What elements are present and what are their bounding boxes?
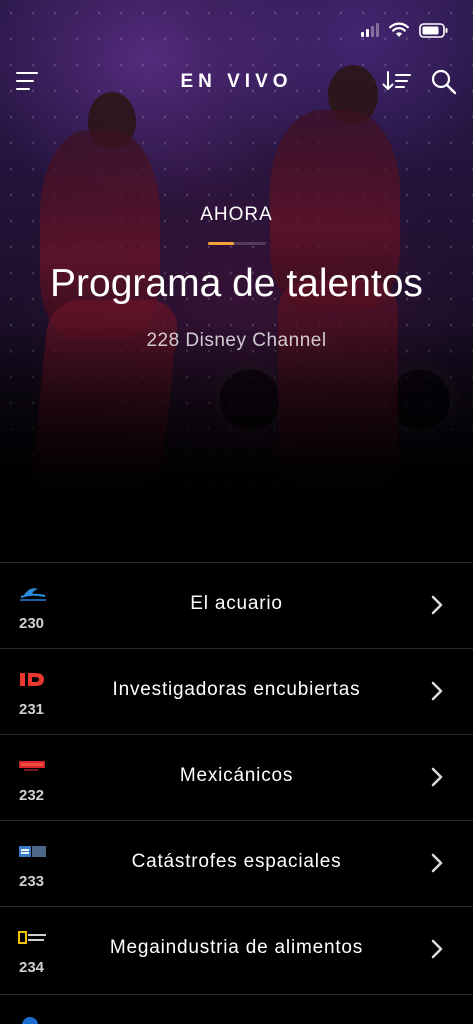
cellular-signal-icon [361,23,379,37]
channel-row-233[interactable]: 233 Catástrofes espaciales [0,820,473,906]
channel-row-232[interactable]: 232 Mexicánicos [0,734,473,820]
program-progress-bar [208,242,266,245]
battery-icon [419,22,449,38]
program-title: Catástrofes espaciales [131,851,342,872]
channel-row-234[interactable]: 234 Megaindustria de alimentos [0,906,473,992]
top-navigation-bar: EN VIVO [0,62,473,102]
search-icon[interactable] [430,68,458,96]
channel-number: 233 [19,873,45,890]
channel-logo-icon [22,1017,38,1024]
program-title: Investigadoras encubiertas [112,679,361,700]
channel-row-230[interactable]: 230 El acuario [0,562,473,648]
natgeo-channel-logo-icon [18,929,48,947]
channel-list: 230 El acuario 231 Investigadoras encubi… [0,562,473,992]
current-show-title: Programa de talentos [50,262,423,305]
wave-channel-logo-icon [18,585,48,603]
chevron-right-icon [431,767,443,787]
channel-number: 232 [19,787,45,804]
turbo-channel-logo-icon [18,757,48,775]
3d-channel-logo-icon [18,843,48,861]
chevron-right-icon [431,939,443,959]
channel-number: 230 [19,615,45,632]
program-title: El acuario [190,593,283,614]
id-channel-logo-icon [18,671,48,689]
hero-fade [0,322,473,562]
program-progress-fill [208,242,235,245]
current-channel: 228 Disney Channel [146,330,327,351]
wifi-icon [389,22,409,38]
channel-row-231[interactable]: 231 Investigadoras encubiertas [0,648,473,734]
status-bar [361,18,449,42]
channel-row-partial[interactable] [0,994,473,1024]
channel-number: 234 [19,959,45,976]
program-title: Megaindustria de alimentos [109,937,364,958]
channel-number: 231 [19,701,45,718]
chevron-right-icon [431,853,443,873]
sort-icon[interactable] [381,68,413,94]
chevron-right-icon [431,681,443,701]
now-label: AHORA [200,204,273,225]
chevron-right-icon [431,595,443,615]
program-title: Mexicánicos [179,765,294,786]
